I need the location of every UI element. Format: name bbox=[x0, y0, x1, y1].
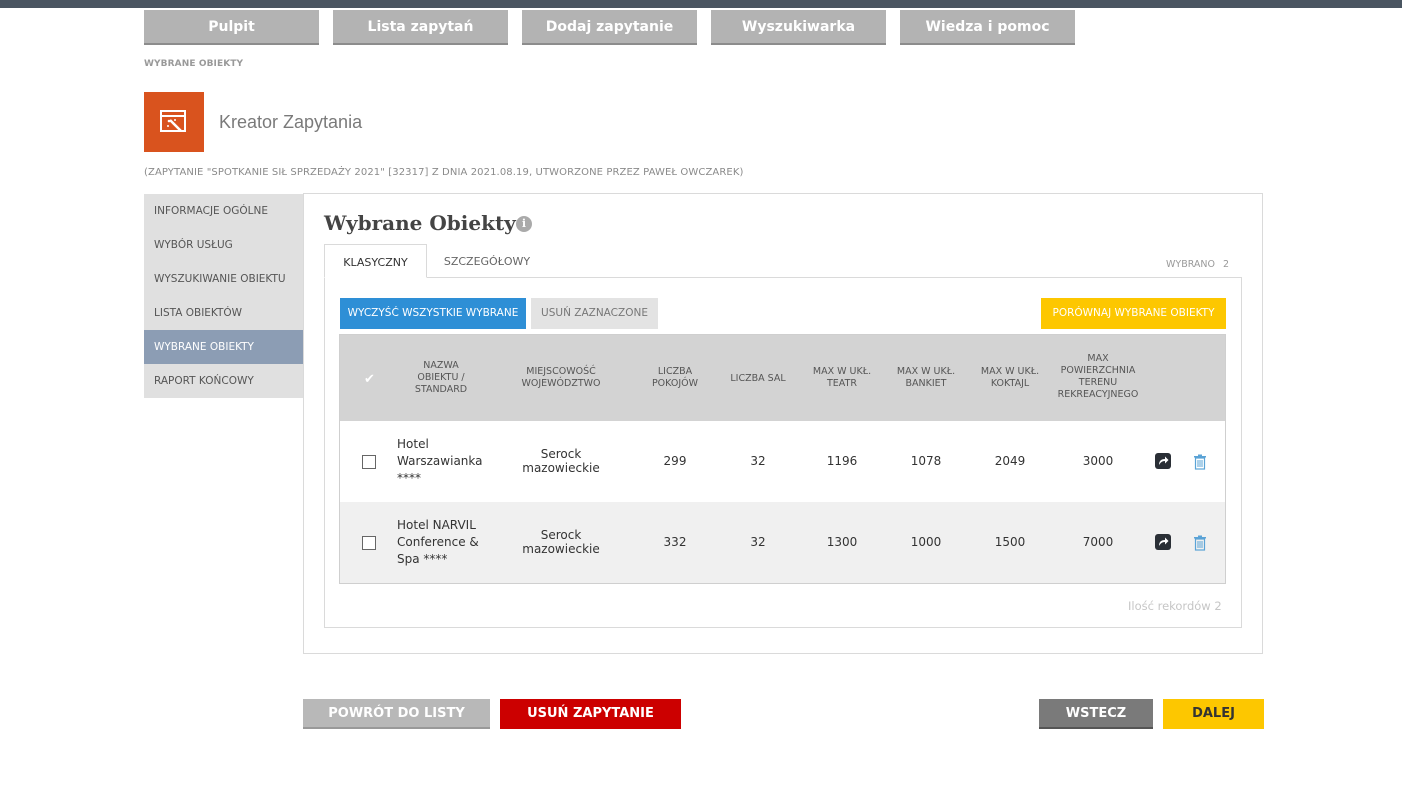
next-button[interactable]: DALEJ bbox=[1163, 699, 1264, 729]
remove-selected-button[interactable]: USUŃ ZAZNACZONE bbox=[531, 298, 658, 329]
nav-pulpit[interactable]: Pulpit bbox=[144, 10, 319, 45]
header-theatre: MAX W UKŁ. TEATR bbox=[812, 366, 872, 389]
prev-button[interactable]: WSTECZ bbox=[1039, 699, 1153, 729]
header-banquet: MAX W UKŁ. BANKIET bbox=[896, 366, 956, 389]
selected-count: WYBRANO 2 bbox=[1166, 259, 1229, 270]
section-title: Wybrane Obiekty bbox=[324, 211, 516, 235]
share-icon[interactable] bbox=[1155, 534, 1171, 550]
sidebar-item-lista-obiektow[interactable]: LISTA OBIEKTÓW bbox=[144, 296, 304, 330]
tab-szczegolowy[interactable]: SZCZEGÓŁOWY bbox=[431, 244, 543, 278]
nav-wiedza[interactable]: Wiedza i pomoc bbox=[900, 10, 1075, 45]
request-subtitle: (ZAPYTANIE "SPOTKANIE SIŁ SPRZEDAŻY 2021… bbox=[144, 167, 744, 178]
selected-number: 2 bbox=[1223, 259, 1230, 270]
select-all-check-icon[interactable]: ✔ bbox=[364, 372, 375, 387]
nav-lista-zapytan[interactable]: Lista zapytań bbox=[333, 10, 508, 45]
header-rooms: LICZBA POKOJÓW bbox=[651, 366, 699, 389]
table-row: Hotel Warszawianka **** Serock mazowieck… bbox=[340, 421, 1225, 502]
row-checkbox[interactable] bbox=[362, 536, 376, 550]
sidebar-item-wybor-uslug[interactable]: WYBÓR USŁUG bbox=[144, 228, 304, 262]
row-rooms: 299 bbox=[663, 454, 687, 468]
delete-request-button[interactable]: USUŃ ZAPYTANIE bbox=[500, 699, 681, 729]
top-bar bbox=[0, 0, 1402, 8]
row-halls: 32 bbox=[750, 535, 766, 549]
row-region: mazowieckie bbox=[522, 461, 600, 475]
compare-button[interactable]: PORÓWNAJ WYBRANE OBIEKTY bbox=[1041, 298, 1226, 329]
info-icon[interactable]: i bbox=[516, 216, 532, 232]
row-city: Serock bbox=[540, 447, 582, 461]
wizard-sidebar: INFORMACJE OGÓLNE WYBÓR USŁUG WYSZUKIWAN… bbox=[144, 194, 304, 398]
row-checkbox[interactable] bbox=[362, 455, 376, 469]
header-cocktail: MAX W UKŁ. KOKTAJL bbox=[980, 366, 1040, 389]
row-cocktail: 2049 bbox=[994, 454, 1026, 468]
header-area: MAX POWIERZCHNIA TERENU REKREACYJNEGO bbox=[1057, 353, 1139, 400]
nav-wyszukiwarka[interactable]: Wyszukiwarka bbox=[711, 10, 886, 45]
row-banquet: 1078 bbox=[910, 454, 942, 468]
header-name: NAZWA OBIEKTU / STANDARD bbox=[414, 360, 468, 395]
sidebar-item-informacje[interactable]: INFORMACJE OGÓLNE bbox=[144, 194, 304, 228]
row-area: 3000 bbox=[1082, 454, 1114, 468]
table-row: Hotel NARVIL Conference & Spa **** Seroc… bbox=[340, 502, 1225, 583]
row-banquet: 1000 bbox=[910, 535, 942, 549]
row-region: mazowieckie bbox=[522, 542, 600, 556]
back-to-list-button[interactable]: POWRÓT DO LISTY bbox=[303, 699, 490, 729]
row-rooms: 332 bbox=[663, 535, 687, 549]
records-count: Ilość rekordów 2 bbox=[1128, 599, 1222, 613]
table-header: ✔ NAZWA OBIEKTU / STANDARD MIEJSCOWOŚĆ W… bbox=[340, 335, 1225, 421]
row-theatre: 1300 bbox=[826, 535, 858, 549]
sidebar-item-raport[interactable]: RAPORT KOŃCOWY bbox=[144, 364, 304, 398]
header-halls: LICZBA SAL bbox=[730, 373, 786, 384]
trash-icon[interactable] bbox=[1193, 454, 1207, 470]
objects-table: ✔ NAZWA OBIEKTU / STANDARD MIEJSCOWOŚĆ W… bbox=[339, 334, 1226, 584]
selected-label: WYBRANO bbox=[1166, 259, 1216, 270]
share-icon[interactable] bbox=[1155, 453, 1171, 469]
breadcrumb: WYBRANE OBIEKTY bbox=[144, 59, 244, 69]
trash-icon[interactable] bbox=[1193, 535, 1207, 551]
tab-klasyczny[interactable]: KLASYCZNY bbox=[324, 244, 427, 278]
row-halls: 32 bbox=[750, 454, 766, 468]
row-name[interactable]: Hotel NARVIL Conference & Spa **** bbox=[397, 517, 497, 568]
page-title: Kreator Zapytania bbox=[219, 112, 363, 132]
sidebar-item-wyszukiwanie[interactable]: WYSZUKIWANIE OBIEKTU bbox=[144, 262, 304, 296]
clear-all-button[interactable]: WYCZYŚĆ WSZYSTKIE WYBRANE bbox=[340, 298, 526, 329]
sidebar-item-wybrane-obiekty[interactable]: WYBRANE OBIEKTY bbox=[144, 330, 304, 364]
row-city: Serock bbox=[540, 528, 582, 542]
row-cocktail: 1500 bbox=[994, 535, 1026, 549]
row-area: 7000 bbox=[1082, 535, 1114, 549]
header-location: MIEJSCOWOŚĆ WOJEWÓDZTWO bbox=[521, 366, 601, 389]
row-name[interactable]: Hotel Warszawianka **** bbox=[397, 436, 497, 487]
nav-dodaj-zapytanie[interactable]: Dodaj zapytanie bbox=[522, 10, 697, 45]
wizard-icon bbox=[144, 92, 204, 152]
row-theatre: 1196 bbox=[826, 454, 858, 468]
